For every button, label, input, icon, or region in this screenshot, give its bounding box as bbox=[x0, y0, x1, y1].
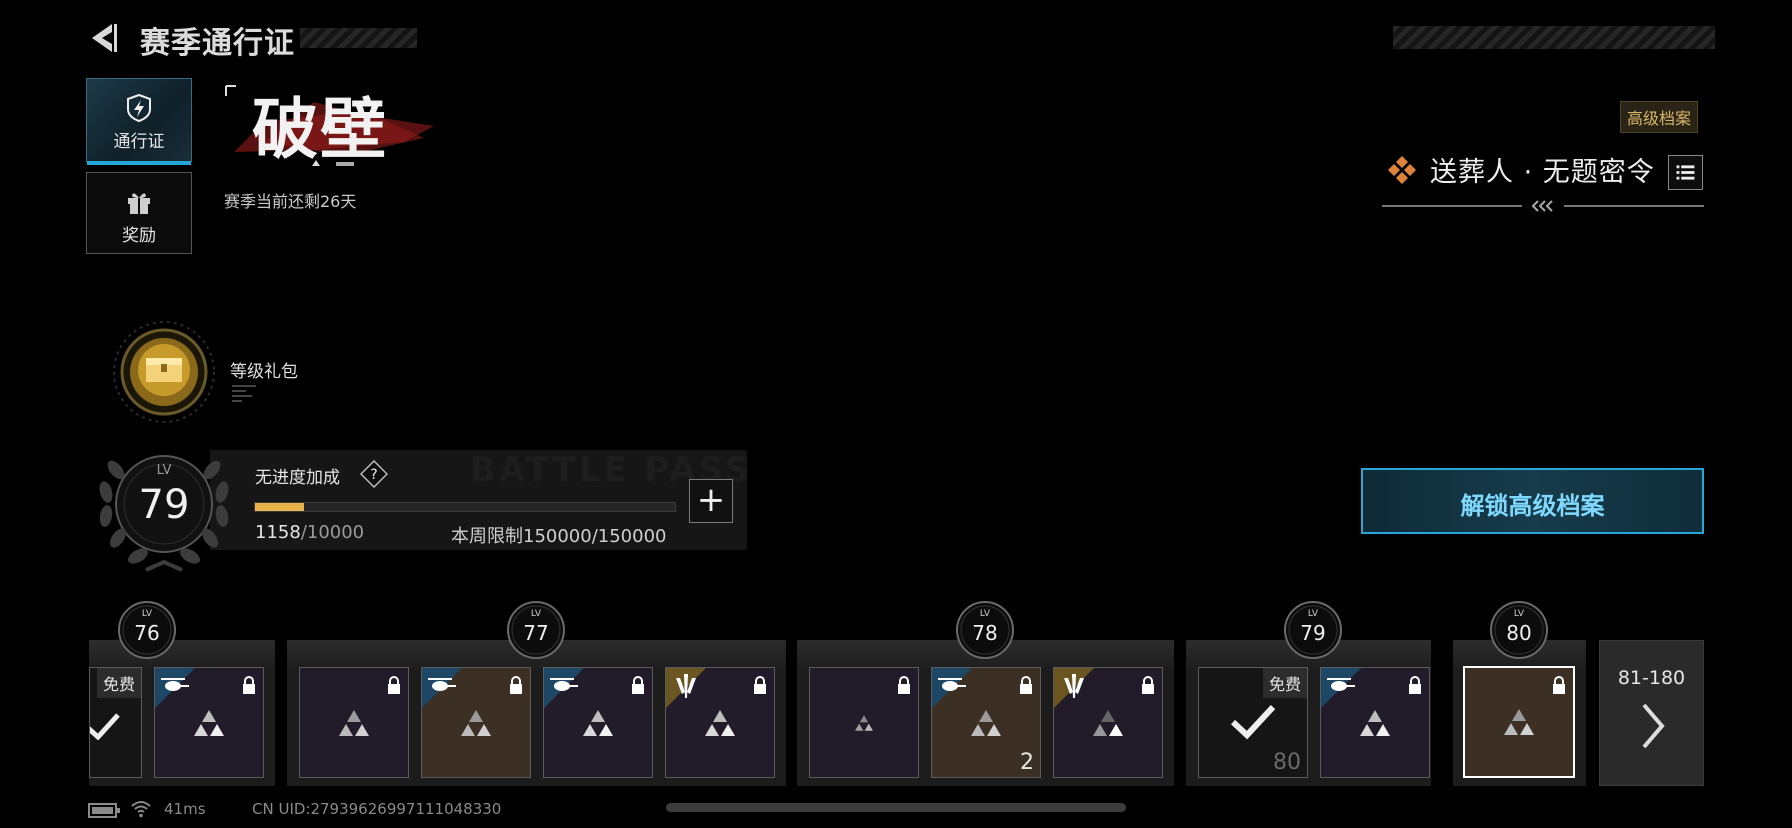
triangle-item-icon bbox=[1504, 709, 1534, 735]
helicopter-corner-icon bbox=[544, 668, 584, 708]
season-logo-text: 破壁 bbox=[252, 91, 388, 168]
item-quantity: 2 bbox=[1020, 750, 1034, 775]
level-badge-80-number: 80 bbox=[1506, 621, 1532, 645]
triangle-item-icon bbox=[461, 709, 491, 736]
page-title: 赛季通行证 bbox=[140, 26, 295, 61]
svg-text:?: ? bbox=[370, 467, 377, 483]
triangle-item-icon bbox=[705, 709, 735, 736]
lock-icon bbox=[898, 676, 910, 694]
level-value: 79 bbox=[138, 482, 190, 528]
level-badge-78-caption: LV bbox=[979, 609, 991, 619]
triangle-item-icon bbox=[194, 709, 224, 736]
level-gift-chest-icon[interactable] bbox=[112, 320, 216, 424]
level-badge-76-number: 76 bbox=[134, 621, 160, 645]
level-badge-78-number: 78 bbox=[972, 621, 998, 645]
triangle-item-icon bbox=[583, 709, 613, 736]
xp-current: 1158 bbox=[255, 522, 301, 543]
home-indicator[interactable] bbox=[666, 803, 1126, 812]
triangle-item-icon bbox=[971, 709, 1001, 736]
reward-card-79-free[interactable]: 免费 80 bbox=[1198, 667, 1308, 778]
free-tag: 免费 bbox=[96, 668, 141, 698]
tab-rewards[interactable]: 奖励 bbox=[86, 172, 192, 254]
gift-fine-print-decoration bbox=[232, 385, 256, 402]
reward-card-78-3[interactable] bbox=[1053, 667, 1163, 778]
reward-card-78-1[interactable] bbox=[809, 667, 919, 778]
season-remaining-text: 赛季当前还剩26天 bbox=[224, 192, 357, 211]
battery-icon bbox=[88, 803, 120, 818]
reward-card-80-selected[interactable] bbox=[1463, 666, 1575, 778]
xp-max: /10000 bbox=[300, 522, 365, 543]
lock-icon bbox=[243, 676, 255, 694]
lock-icon bbox=[1142, 676, 1154, 694]
level-badge-76-caption: LV bbox=[141, 609, 153, 619]
pass-name-divider bbox=[1382, 200, 1704, 212]
lock-icon bbox=[388, 676, 400, 694]
tab-pass-label: 通行证 bbox=[113, 132, 165, 152]
help-icon[interactable]: ? bbox=[360, 460, 388, 488]
level-badge-79-number: 79 bbox=[1300, 621, 1326, 645]
diamond-emblem-icon bbox=[1388, 156, 1416, 184]
reward-card-78-2[interactable]: 2 bbox=[931, 667, 1041, 778]
unlock-premium-label: 解锁高级档案 bbox=[1460, 491, 1605, 520]
claimed-check-icon bbox=[1230, 704, 1276, 739]
reward-card-76-premium[interactable] bbox=[154, 667, 264, 778]
progress-bonus-label: 无进度加成 bbox=[255, 468, 340, 488]
lock-icon bbox=[1553, 676, 1565, 694]
reward-card-77-1[interactable] bbox=[299, 667, 409, 778]
level-gift-label: 等级礼包 bbox=[230, 362, 298, 382]
helicopter-corner-icon bbox=[155, 668, 195, 708]
reward-card-77-3[interactable] bbox=[543, 667, 653, 778]
unlock-premium-button[interactable]: 解锁高级档案 bbox=[1361, 468, 1704, 534]
helicopter-corner-icon bbox=[1321, 668, 1361, 708]
pass-shield-icon bbox=[127, 93, 151, 123]
helicopter-corner-icon bbox=[422, 668, 462, 708]
reward-card-77-2[interactable] bbox=[421, 667, 531, 778]
xp-readout: 1158/10000 bbox=[255, 522, 364, 543]
claimed-check-icon bbox=[90, 713, 120, 740]
season-logo: 破壁 bbox=[225, 85, 434, 168]
triangle-item-icon bbox=[339, 709, 369, 736]
level-badge-79-caption: LV bbox=[1307, 609, 1319, 619]
tab-pass[interactable]: 通行证 bbox=[86, 78, 192, 165]
wifi-icon bbox=[131, 801, 151, 818]
chevron-right-icon bbox=[1642, 703, 1665, 749]
free-tag: 免费 bbox=[1262, 668, 1307, 698]
lock-icon bbox=[1020, 676, 1032, 694]
next-level-range-label: 81-180 bbox=[1617, 667, 1686, 689]
back-arrow-icon[interactable] bbox=[86, 20, 122, 56]
level-badge-80-caption: LV bbox=[1513, 609, 1525, 619]
blade-emblem-corner-icon bbox=[666, 668, 706, 708]
reward-card-76-free[interactable]: 免费 bbox=[89, 667, 142, 778]
item-quantity: 80 bbox=[1273, 750, 1301, 775]
lock-icon bbox=[1409, 676, 1421, 694]
network-ping: 41ms bbox=[164, 800, 206, 818]
title-stripes-decoration bbox=[300, 28, 417, 48]
tab-rewards-label: 奖励 bbox=[122, 226, 156, 246]
triangle-item-icon bbox=[1360, 709, 1390, 736]
next-level-range-button[interactable]: 81-180 bbox=[1599, 640, 1704, 786]
weekly-limit-text: 本周限制150000/150000 bbox=[451, 526, 667, 547]
level-badge-77-number: 77 bbox=[523, 621, 549, 645]
buy-level-plus-button[interactable]: + bbox=[689, 479, 733, 523]
gift-box-icon bbox=[128, 193, 150, 214]
header-stripes-decoration bbox=[1393, 26, 1715, 49]
lock-icon bbox=[510, 676, 522, 694]
helicopter-corner-icon bbox=[932, 668, 972, 708]
triangle-item-icon bbox=[1093, 709, 1123, 736]
level-badge-77-caption: LV bbox=[530, 609, 542, 619]
reward-card-77-4[interactable] bbox=[665, 667, 775, 778]
lock-icon bbox=[754, 676, 766, 694]
lock-icon bbox=[632, 676, 644, 694]
level-progress-fill bbox=[255, 503, 304, 511]
player-uid: CN UID:27939626997111048330 bbox=[252, 800, 502, 818]
blade-emblem-corner-icon bbox=[1054, 668, 1094, 708]
premium-badge: 高级档案 bbox=[1620, 101, 1699, 133]
level-caption: LV bbox=[156, 463, 172, 478]
pass-name: 送葬人 · 无题密令 bbox=[1430, 157, 1655, 188]
level-progress-bar bbox=[254, 502, 676, 512]
list-menu-icon[interactable] bbox=[1668, 155, 1703, 190]
triangle-item-icon bbox=[855, 714, 873, 731]
reward-card-79-premium[interactable] bbox=[1320, 667, 1430, 778]
